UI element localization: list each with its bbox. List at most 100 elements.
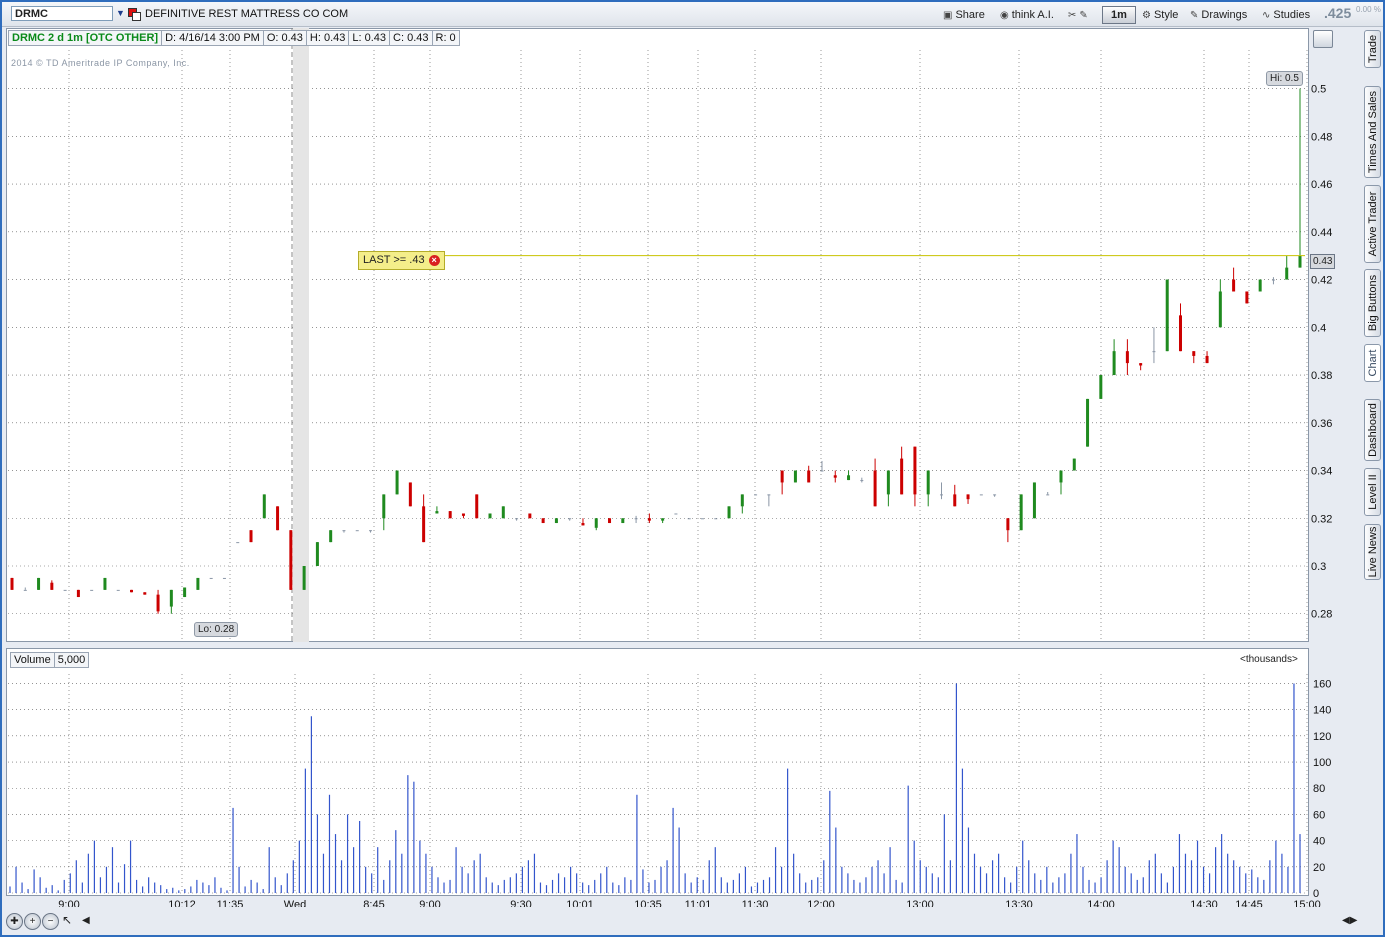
candle-body [1059,470,1063,483]
candle-body [860,480,864,482]
candle-body [820,470,824,472]
candle-body [276,506,280,531]
info-date: D: 4/16/14 3:00 PM [161,30,264,46]
tab-big-buttons[interactable]: Big Buttons [1364,269,1381,337]
price-tick-label: 0.28 [1311,609,1332,621]
candle-body [714,518,718,520]
info-bar: DRMC 2 d 1m [OTC OTHER] D: 4/16/14 3:00 … [8,30,460,46]
price-tick-label: 0.42 [1311,275,1332,287]
price-tick-label: 0.36 [1311,418,1332,430]
candle-body [1298,255,1302,268]
price-tick-label: 0.46 [1311,179,1332,191]
candle-body [249,530,253,543]
info-open: O: 0.43 [262,30,307,46]
candle-body [1271,279,1275,281]
tab-active-trader[interactable]: Active Trader [1364,185,1381,263]
price-tick-label: 0.34 [1311,466,1332,478]
candle-body [581,523,585,526]
candle-body [156,594,160,612]
candle-body [966,494,970,500]
tab-trade-label: Trade [1366,34,1379,64]
zoom-in-icon[interactable]: + [24,913,41,930]
candle-body [608,518,612,524]
candle-body [302,566,306,590]
alert-label[interactable]: LAST >= .43 × [358,251,445,270]
candle-body [833,475,837,478]
side-tabs: Trade Times And Sales Active Trader Big … [1364,30,1383,610]
volume-tick-label: 100 [1313,757,1331,769]
tab-big-buttons-label: Big Buttons [1366,274,1379,332]
candle-body [767,494,771,496]
copyright: 2014 © TD Ameritrade IP Company, Inc. [11,58,190,68]
tab-chart[interactable]: Chart [1364,344,1381,382]
candle-body [475,494,479,519]
candle-body [435,511,439,514]
candle-body [780,470,784,483]
info-close: C: 0.43 [389,30,433,46]
alert-close-icon[interactable]: × [428,255,440,266]
tab-dashboard[interactable]: Dashboard [1364,399,1381,461]
candle-body [23,589,27,591]
pan-icon[interactable]: ✚ [6,913,23,930]
tab-dashboard-label: Dashboard [1366,403,1379,457]
candle-body [289,530,293,590]
volume-info-bar: Volume 5,000 [10,652,90,668]
tab-chart-label: Chart [1366,349,1379,377]
tab-times-and-sales-label: Times And Sales [1366,90,1379,174]
candle-body [661,518,665,521]
candle-body [674,513,678,515]
candle-body [621,518,625,524]
candle-body [315,542,319,566]
tab-level-ii-label: Level II [1366,474,1379,510]
info-high: H: 0.43 [305,30,350,46]
candle-body [1178,315,1182,352]
candle-body [979,494,983,496]
tab-level-ii[interactable]: Level II [1364,468,1381,516]
candle-body [501,506,505,519]
scroll-left-icon[interactable]: ◀ [82,913,94,928]
price-tick-label: 0.44 [1311,227,1332,239]
candle-body [1072,458,1076,471]
volume-value: 5,000 [53,652,90,668]
candle-body [727,506,731,519]
volume-tick-label: 120 [1313,731,1331,743]
candle-body [1125,351,1129,364]
price-tick-label: 0.32 [1311,513,1332,525]
candle-body [926,470,930,495]
candle-body [196,577,200,590]
candle-body [103,577,107,590]
candle-body [528,513,532,519]
candle-body [793,470,797,483]
candle-body [1152,351,1156,353]
candle-body [594,518,598,528]
tab-times-and-sales[interactable]: Times And Sales [1364,86,1381,178]
volume-tick-label: 60 [1313,809,1325,821]
chart-title[interactable]: DRMC 2 d 1m [OTC OTHER] [8,30,163,46]
price-chart[interactable]: 0.28 0.3 0.32 0.34 0.36 0.38 0.4 0.42 0.44 0.46 0.… [2,2,1357,911]
candle-body [1245,291,1249,304]
tab-live-news[interactable]: Live News [1364,524,1381,580]
volume-tick-label: 160 [1313,678,1331,690]
price-tick-label: 0.3 [1311,561,1326,573]
percent-change: 0.00 % [1356,5,1381,14]
candle-body [1006,518,1010,531]
candle-body [169,589,173,607]
expand-icon[interactable]: ◀▶ [1342,913,1358,928]
pointer-icon[interactable]: ↖ [62,913,77,928]
volume-tick-label: 80 [1313,783,1325,795]
lo-label: Lo: 0.28 [194,622,239,637]
candle-body [554,518,558,524]
candle-body [647,518,651,521]
alert-text: LAST >= .43 [363,254,425,266]
candle-body [515,518,519,520]
candle-body [1165,279,1169,352]
chart-window: DRMC ▼ DEFINITIVE REST MATTRESS CO COM ▣… [2,2,1383,935]
tab-trade[interactable]: Trade [1364,30,1381,68]
day-separator-shade [293,28,309,642]
candle-body [993,494,997,496]
chart-settings-icon[interactable] [1313,30,1333,48]
candle-body [1046,494,1050,496]
zoom-out-icon[interactable]: − [42,913,59,930]
candle-body [461,513,465,516]
volume-tick-label: 40 [1313,836,1325,848]
